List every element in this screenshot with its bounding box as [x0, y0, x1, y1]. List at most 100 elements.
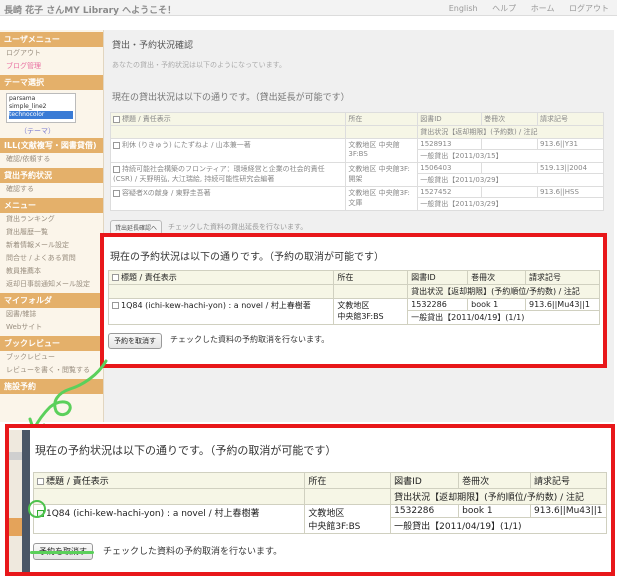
cancel-reservation-note-zoomed: チェックした資料の予約取消を行ないます。: [103, 547, 283, 557]
reservation-item-title[interactable]: 1Q84 (ichi-kew-hachi-yon) : a novel / 村上…: [121, 301, 311, 310]
reservation-id: 1532286: [390, 504, 460, 518]
sidebar-item-ill[interactable]: 確認/依頼する: [0, 153, 103, 166]
loan-row: 持続可能社会構築のフロンティア：環境経営と企業の社会的責任(CSR) / 天野明…: [109, 162, 604, 187]
page-title: 貸出・予約状況確認: [112, 41, 194, 51]
highlight-box-reservation: 現在の予約状況は以下の通りです。（予約の取消が可能です） 標題 / 責任表示 所…: [100, 233, 607, 368]
sidebar-item-newmail[interactable]: 新着情報メール設定: [0, 239, 103, 252]
green-underline-annotation: [30, 551, 94, 554]
sidebar-item-ranking[interactable]: 貸出ランキング: [0, 213, 103, 226]
reservation-status: 一般貸出【2011/04/19】(1/1): [390, 517, 607, 534]
green-arrow-icon: [28, 359, 108, 433]
sidebar-item-books[interactable]: 図書/雑誌: [0, 308, 103, 321]
reservation-title: 現在の予約状況は以下の通りです。（予約の取消が可能です）: [110, 252, 384, 263]
loan-checkbox[interactable]: [113, 141, 120, 149]
sidebar-head-loan: 貸出予約状況: [0, 168, 103, 183]
reservation-header-vol: 巻冊次: [467, 270, 526, 285]
reservation-header-location: 所在: [333, 270, 409, 285]
zoomed-edge-strip: [22, 430, 30, 572]
nav-help-link[interactable]: ヘルプ: [492, 4, 516, 13]
reservation-header-vol: 巻冊次: [458, 472, 531, 489]
loan-section-title: 現在の貸出状況は以下の通りです。（貸出延長が可能です）: [112, 93, 350, 103]
reservation-call: 913.6||Mu43||1: [525, 298, 600, 311]
reservation-row: 1Q84 (ichi-kew-hachi-yon) : a novel / 村上…: [32, 504, 608, 534]
theme-option[interactable]: parsama: [9, 95, 73, 103]
theme-option-selected[interactable]: technocolor: [9, 111, 73, 119]
zoomed-left-strip: [9, 430, 22, 572]
select-all-checkbox[interactable]: [112, 274, 119, 281]
reservation-header-title: 標題 / 責任表示: [107, 270, 335, 285]
sidebar-item-logout[interactable]: ログアウト: [0, 47, 103, 60]
sidebar-item-recommend[interactable]: 教員推薦本: [0, 265, 103, 278]
sidebar-item-blog[interactable]: ブログ管理: [0, 60, 103, 73]
loan-status: 一般貸出【2011/03/29】: [417, 197, 604, 211]
reservation-title-zoomed: 現在の予約状況は以下の通りです。（予約の取消が可能です）: [35, 444, 337, 457]
reservation-item-title[interactable]: 1Q84 (ichi-kew-hachi-yon) : a novel / 村上…: [46, 509, 260, 519]
reservation-header-id: 図書ID: [390, 472, 460, 489]
header-nav: English ヘルプ ホーム ログアウト: [437, 3, 609, 14]
loan-location: 文教地区 中央館3F:開架: [345, 162, 419, 187]
loan-table: 標題 / 責任表示 所在 図書ID 巻冊次 請求記号 貸出状況【返却期限】(予約…: [109, 112, 604, 211]
reservation-row: 1Q84 (ichi-kew-hachi-yon) : a novel / 村上…: [107, 298, 600, 325]
loan-subheader: 貸出状況【返却期限】(予約数) / 注記: [417, 125, 604, 139]
nav-english-link[interactable]: English: [449, 4, 478, 13]
sidebar-head-user-menu: ユーザメニュー: [0, 32, 103, 47]
reservation-location: 文教地区 中央館3F:BS: [304, 504, 392, 534]
loan-title[interactable]: 容疑者Xの献身 / 東野圭吾著: [122, 189, 211, 197]
nav-logout-link[interactable]: ログアウト: [569, 4, 609, 13]
loan-id: 1528913: [417, 138, 483, 150]
theme-option[interactable]: simple_line2: [9, 103, 73, 111]
theme-select[interactable]: parsama simple_line2 technocolor: [6, 93, 76, 123]
loan-status: 一般貸出【2011/03/29】: [417, 173, 604, 187]
loan-extend-note: チェックした資料の貸出延長を行ないます。: [168, 223, 308, 231]
loan-header-id: 図書ID: [417, 112, 483, 126]
reservation-header-call: 請求記号: [529, 472, 608, 489]
loan-header-call: 請求記号: [537, 112, 604, 126]
reservation-header-location: 所在: [304, 472, 392, 489]
loan-call: 913.6||Y31: [537, 138, 604, 150]
reservation-subheader: 貸出状況【返却期限】(予約順位/予約数) / 注記: [407, 284, 600, 299]
page-subtitle: あなたの貸出・予約状況は以下のようになっています。: [112, 61, 286, 69]
sidebar-item-websites[interactable]: Webサイト: [0, 321, 103, 334]
loan-header-title: 標題 / 責任表示: [109, 112, 347, 126]
reservation-table: 標題 / 責任表示 所在 図書ID 巻冊次 請求記号 貸出状況【返却期限】(予約…: [107, 270, 600, 325]
strip-bar: [9, 452, 22, 460]
reservation-vol: book 1: [458, 504, 531, 518]
welcome-text: 長崎 花子 さんMY Library へようこそ！: [4, 6, 177, 16]
cancel-reservation-note: チェックした資料の予約取消を行ないます。: [170, 335, 330, 344]
loan-checkbox[interactable]: [113, 189, 120, 197]
loan-location: 文教地区 中央館3F:文庫: [345, 186, 419, 211]
cancel-reservation-button[interactable]: 予約を取消す: [108, 333, 162, 349]
sidebar-item-faq[interactable]: 問合せ / よくある質問: [0, 252, 103, 265]
select-all-checkbox[interactable]: [37, 478, 44, 485]
loan-id: 1527452: [417, 186, 483, 198]
highlight-box-zoomed: 現在の予約状況は以下の通りです。（予約の取消が可能です） 標題 / 責任表示 所…: [5, 424, 615, 576]
loan-call: 913.6||HSS: [537, 186, 604, 198]
reservation-header-title: 標題 / 責任表示: [32, 472, 306, 489]
sidebar-item-loan[interactable]: 確認する: [0, 183, 103, 196]
reservation-table-zoomed: 標題 / 責任表示 所在 図書ID 巻冊次 請求記号 貸出状況【返却期限】(予約…: [32, 472, 608, 534]
loan-title[interactable]: 持続可能社会構築のフロンティア：環境経営と企業の社会的責任(CSR) / 天野明…: [113, 165, 325, 183]
loan-vol: [481, 138, 538, 150]
sidebar-item-notice[interactable]: 返却日事前通知メール設定: [0, 278, 103, 291]
reservation-checkbox[interactable]: [112, 302, 119, 309]
top-bar: 長崎 花子 さんMY Library へようこそ！ English ヘルプ ホー…: [0, 0, 617, 16]
loan-row: 利休 (りきゅう) にたずねよ / 山本兼一著 文教地区 中央館3F:BS 15…: [109, 138, 604, 163]
reservation-id: 1532286: [407, 298, 469, 311]
loan-call: 519.13||2004: [537, 162, 604, 174]
sidebar-head-ill: ILL(文献複写・図書貸借): [0, 138, 103, 153]
loan-checkbox[interactable]: [113, 165, 120, 173]
loan-location: 文教地区 中央館3F:BS: [345, 138, 419, 163]
theme-label: （テーマ）: [20, 127, 55, 135]
reservation-header-call: 請求記号: [525, 270, 600, 285]
sidebar-item-history[interactable]: 貸出履歴一覧: [0, 226, 103, 239]
loan-header-vol: 巻冊次: [481, 112, 538, 126]
nav-home-link[interactable]: ホーム: [531, 4, 555, 13]
loan-title[interactable]: 利休 (りきゅう) にたずねよ / 山本兼一著: [122, 141, 251, 149]
sidebar-head-myfolder: マイフォルダ: [0, 293, 103, 308]
select-all-checkbox[interactable]: [113, 115, 120, 123]
loan-id: 1506403: [417, 162, 483, 174]
loan-header-location: 所在: [345, 112, 419, 126]
reservation-subheader: 貸出状況【返却期限】(予約順位/予約数) / 注記: [390, 488, 607, 505]
reservation-status: 一般貸出【2011/04/19】(1/1): [407, 310, 600, 325]
sidebar-head-theme: テーマ選択: [0, 75, 103, 90]
